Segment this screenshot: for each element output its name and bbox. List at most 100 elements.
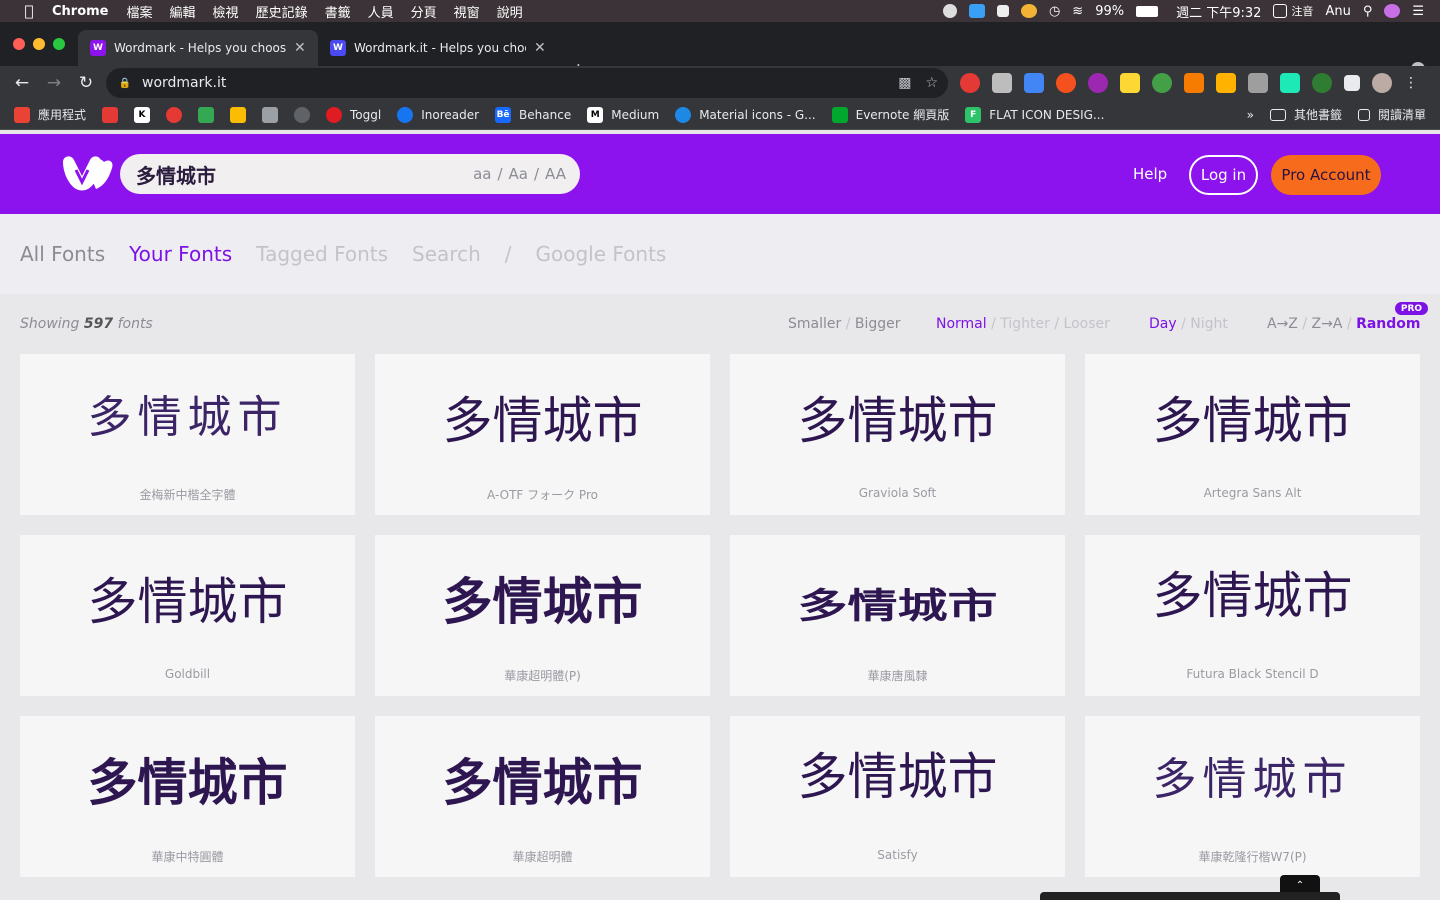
smartpdf-extension-icon[interactable] [1216,73,1236,93]
battery-percent[interactable]: 99% [1095,4,1124,19]
menu-people[interactable]: 人員 [368,2,394,21]
extensions-puzzle-icon[interactable] [1344,75,1360,91]
menu-app-name[interactable]: Chrome [52,4,109,19]
sort-za-option[interactable]: Z→A [1312,316,1343,332]
tab-wordmark-active[interactable]: W Wordmark - Helps you choose ✕ [78,30,318,66]
bookmark-drive[interactable] [198,106,215,123]
siri-icon[interactable] [1384,4,1401,18]
font-card[interactable]: 多情城市 華康超明體(P) [375,535,710,696]
font-card[interactable]: 多情城市 Satisfy [730,716,1065,877]
font-card[interactable]: 多情城市 華康唐風隸 [730,535,1065,696]
wifi-icon[interactable]: ≋ [1072,4,1083,19]
smaller-option[interactable]: Smaller [788,316,841,332]
notification-center-icon[interactable]: ☰ [1412,4,1424,19]
user-name[interactable]: Anu [1325,4,1350,19]
tab-google-fonts[interactable]: Google Fonts [536,242,667,266]
bookmark-behance[interactable]: Bē Behance [495,106,571,123]
bigger-option[interactable]: Bigger [855,316,901,332]
tab-wordmark-it[interactable]: W Wordmark.it - Helps you choos ✕ [318,30,558,66]
reload-button[interactable]: ↻ [74,71,98,95]
yellow-extension-icon[interactable] [1120,73,1140,93]
font-card[interactable]: 多情城市 華康中特圓體 [20,716,355,877]
bookmarks-overflow-button[interactable]: » [1247,108,1254,122]
close-tab-icon[interactable]: ✕ [294,40,306,56]
bookmark-toggl[interactable]: Toggl [326,106,381,123]
reading-list[interactable]: 閱讀清單 [1357,106,1426,123]
screen-icon[interactable] [968,4,985,18]
bookmark-evernote[interactable]: Evernote 網頁版 [831,106,949,123]
sample-text-input[interactable] [136,162,456,186]
bookmark-apple[interactable] [294,106,311,123]
orange-extension-icon[interactable] [1056,73,1076,93]
font-card[interactable]: 多情城市 華康乾隆行楷W7(P) [1085,716,1420,877]
google-translate-extension-icon[interactable] [1024,73,1044,93]
tab-search[interactable]: Search [412,242,481,266]
day-theme-option[interactable]: Day [1149,316,1177,332]
login-button[interactable]: Log in [1189,155,1258,195]
orange-app-icon[interactable] [1020,4,1037,18]
menu-view[interactable]: 檢視 [213,2,239,21]
normal-spacing-option[interactable]: Normal [936,316,987,332]
bookmark-star-icon[interactable]: ☆ [925,75,938,91]
menu-bookmarks[interactable]: 書籤 [325,2,351,21]
help-link[interactable]: Help [1133,165,1167,183]
sample-text-field[interactable]: aa / Aa / AA [120,154,580,194]
font-card[interactable]: 多情城市 Futura Black Stencil D [1085,535,1420,696]
lowercase-option[interactable]: aa [473,165,491,183]
minimize-window-button[interactable] [33,38,45,50]
m-extension-icon[interactable] [1280,73,1300,93]
close-window-button[interactable] [13,38,25,50]
input-method-icon[interactable] [1273,4,1288,18]
metamask-extension-icon[interactable] [1184,73,1204,93]
clock[interactable]: 週二 下午9:32 [1176,2,1261,21]
close-tab-icon[interactable]: ✕ [534,40,546,56]
bookmark-inoreader[interactable]: Inoreader [397,106,479,123]
wordmark-logo-icon[interactable] [60,154,114,192]
uppercase-option[interactable]: AA [545,165,566,183]
sort-random-option[interactable]: Random [1356,316,1420,332]
tab-your-fonts[interactable]: Your Fonts [129,242,232,266]
address-bar[interactable]: 🔒 wordmark.it ▩ ☆ [106,68,948,98]
font-card[interactable]: 多情城市 Artegra Sans Alt [1085,354,1420,515]
creative-cloud-icon[interactable] [942,4,957,18]
bookmark-red-circle[interactable] [166,106,183,123]
zoom-window-button[interactable] [53,38,65,50]
tab-tagged-fonts[interactable]: Tagged Fonts [256,242,388,266]
tab-all-fonts[interactable]: All Fonts [20,242,105,266]
menu-window[interactable]: 視窗 [454,2,480,21]
font-card[interactable]: 多情城市 A-OTF フォーク Pro [375,354,710,515]
whatfont-extension-icon[interactable] [1248,73,1268,93]
profile-avatar[interactable] [1372,73,1392,93]
translate-icon[interactable]: ▩ [898,75,911,91]
input-method-label[interactable]: 注音 [1291,3,1313,19]
sort-az-option[interactable]: A→Z [1267,316,1298,332]
bookmark-material-icons[interactable]: Material icons - G... [675,106,816,123]
battery-icon[interactable] [1136,5,1159,17]
plus-tool-icon[interactable] [996,5,1009,17]
url-text[interactable]: wordmark.it [142,75,226,91]
menu-edit[interactable]: 編輯 [170,2,196,21]
bookmark-k[interactable]: K [134,106,151,123]
titlecase-option[interactable]: Aa [509,165,528,183]
menu-tab[interactable]: 分頁 [411,2,437,21]
tighter-spacing-option[interactable]: Tighter [1000,316,1050,332]
bookmark-apps[interactable]: 應用程式 [14,106,86,123]
bookmark-flaticon[interactable]: F FLAT ICON DESIG... [965,106,1104,123]
font-card[interactable]: 多情城市 華康超明體 [375,716,710,877]
apple-menu-icon[interactable]:  [20,0,38,22]
green-extension-icon[interactable] [1152,73,1172,93]
font-card[interactable]: 多情城市 Goldbill [20,535,355,696]
time-machine-icon[interactable]: ◷ [1049,4,1060,19]
font-card[interactable]: 多情城市 金梅新中楷全字體 [20,354,355,515]
lock-icon[interactable]: 🔒 [119,77,131,89]
looser-spacing-option[interactable]: Looser [1064,316,1110,332]
menu-help[interactable]: 說明 [497,2,523,21]
chrome-menu-icon[interactable]: ⋮ [1404,73,1418,93]
pro-account-button[interactable]: Pro Account [1271,155,1381,195]
bookmark-book[interactable] [262,106,279,123]
night-theme-option[interactable]: Night [1190,316,1228,332]
mail-extension-icon[interactable] [992,73,1012,93]
bookmark-red-app[interactable] [102,106,119,123]
back-button[interactable]: ← [10,71,34,95]
menu-history[interactable]: 歷史記錄 [256,2,308,21]
